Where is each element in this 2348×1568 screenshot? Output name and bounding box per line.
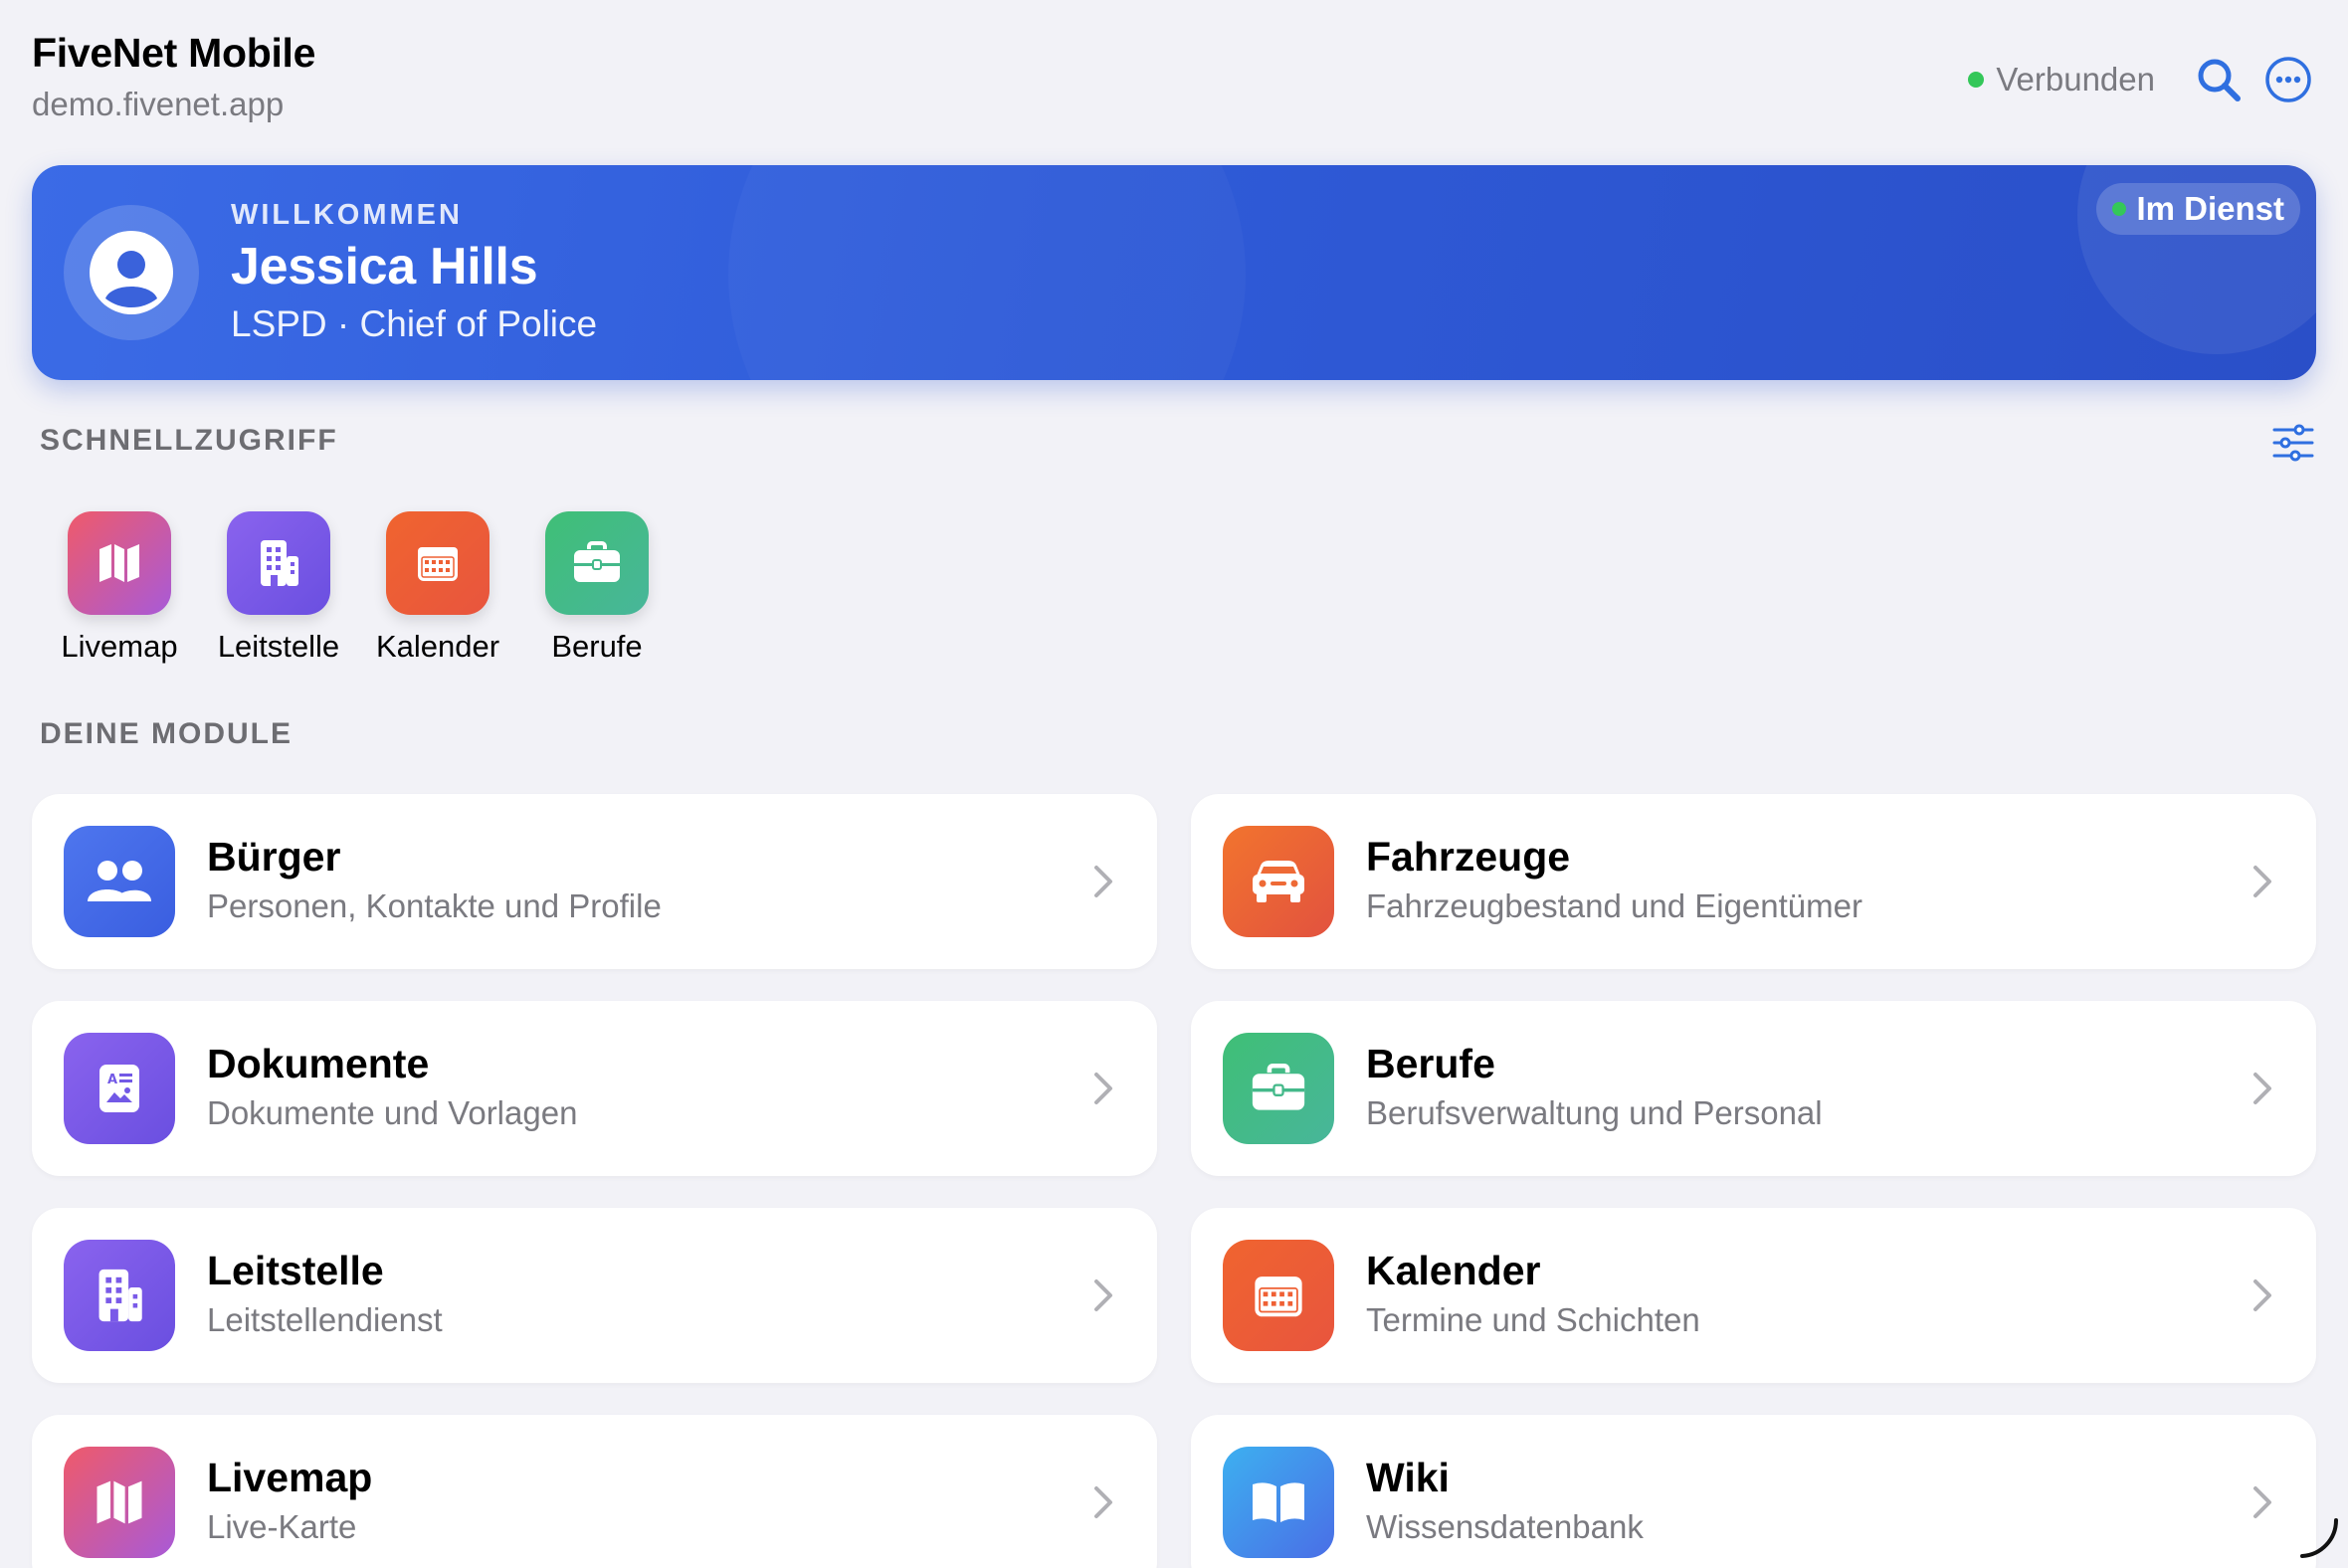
module-card-dokumente[interactable]: A Dokumente Dokumente und Vorlagen: [32, 1001, 1157, 1176]
calendar-icon: [1255, 1276, 1302, 1317]
search-button[interactable]: [2191, 52, 2247, 107]
duty-status-label: Im Dienst: [2136, 190, 2284, 227]
person-icon: [90, 231, 173, 314]
welcome-card[interactable]: WILLKOMMEN Jessica Hills LSPD · Chief of…: [32, 165, 2316, 380]
module-subtitle: Live-Karte: [207, 1508, 357, 1545]
module-card-wiki[interactable]: Wiki Wissensdatenbank: [1191, 1415, 2316, 1568]
quick-access-row: Livemap Leitstelle Kalender Berufe: [40, 511, 677, 665]
top-bar: FiveNet Mobile demo.fivenet.app Verbunde…: [32, 30, 2316, 129]
app-title: FiveNet Mobile: [32, 30, 316, 76]
module-icon-tile: [1223, 1447, 1334, 1558]
calendar-icon: [418, 547, 458, 581]
module-icon-tile: [64, 1240, 175, 1351]
sliders-icon: [2272, 424, 2314, 462]
chevron-right-icon: [1079, 1272, 1127, 1319]
briefcase-icon: [1252, 1064, 1305, 1110]
module-subtitle: Termine und Schichten: [1366, 1301, 1700, 1338]
quick-access-icon-tile: [227, 511, 330, 615]
connection-status-label: Verbunden: [1996, 61, 2155, 98]
chevron-right-icon: [1079, 858, 1127, 905]
quick-access-label: Kalender: [375, 629, 500, 664]
more-icon: [2265, 57, 2311, 102]
quick-access-livemap[interactable]: Livemap: [40, 511, 199, 665]
document-icon: A: [99, 1065, 139, 1112]
avatar: [64, 205, 199, 340]
svg-text:A: A: [107, 1073, 117, 1087]
chevron-right-icon: [2239, 1478, 2286, 1526]
module-title: Wiki: [1366, 1455, 1450, 1500]
module-card-kalender[interactable]: Kalender Termine und Schichten: [1191, 1208, 2316, 1383]
duty-status-dot: [2112, 202, 2127, 216]
more-button[interactable]: [2260, 52, 2316, 107]
module-title: Kalender: [1366, 1248, 1541, 1293]
module-card-livemap[interactable]: Livemap Live-Karte: [32, 1415, 1157, 1568]
module-card-buerger[interactable]: Bürger Personen, Kontakte und Profile: [32, 794, 1157, 969]
welcome-label: WILLKOMMEN: [231, 199, 463, 231]
user-role: LSPD · Chief of Police: [231, 303, 598, 344]
header-actions: Verbunden: [1968, 52, 2316, 107]
map-icon: [99, 544, 139, 582]
modules-title: DEINE MODULE: [40, 717, 294, 750]
people-icon: [88, 861, 151, 901]
module-title: Livemap: [207, 1455, 373, 1500]
quick-access-berufe[interactable]: Berufe: [517, 511, 677, 665]
module-title: Berufe: [1366, 1041, 1495, 1086]
quick-access-icon-tile: [68, 511, 171, 615]
quick-access-label: Leitstelle: [217, 629, 340, 664]
customize-quick-access-button[interactable]: [2268, 418, 2318, 468]
module-icon-tile: [1223, 826, 1334, 937]
server-url: demo.fivenet.app: [32, 86, 285, 122]
module-icon-tile: [64, 1447, 175, 1558]
module-icon-tile: [1223, 1033, 1334, 1144]
book-icon: [1253, 1482, 1304, 1522]
building-icon: [98, 1269, 142, 1322]
module-icon-tile: [1223, 1240, 1334, 1351]
quick-access-icon-tile: [386, 511, 489, 615]
module-subtitle: Personen, Kontakte und Profile: [207, 887, 662, 924]
module-card-fahrzeuge[interactable]: Fahrzeuge Fahrzeugbestand und Eigentümer: [1191, 794, 2316, 969]
quick-access-label: Livemap: [61, 629, 178, 664]
resize-handle-icon[interactable]: [2296, 1516, 2340, 1560]
quick-access-leitstelle[interactable]: Leitstelle: [199, 511, 358, 665]
building-icon: [261, 540, 298, 586]
app-screen: FiveNet Mobile demo.fivenet.app Verbunde…: [0, 0, 2348, 1568]
chevron-right-icon: [2239, 1065, 2286, 1112]
module-card-leitstelle[interactable]: Leitstelle Leitstellendienst: [32, 1208, 1157, 1383]
decorative-circle: [728, 165, 1246, 380]
chevron-right-icon: [2239, 858, 2286, 905]
status-dot: [1968, 72, 1985, 88]
chevron-right-icon: [2239, 1272, 2286, 1319]
car-icon: [1253, 861, 1304, 902]
module-title: Leitstelle: [207, 1248, 384, 1293]
briefcase-icon: [574, 541, 620, 582]
connection-status: Verbunden: [1968, 61, 2155, 98]
chevron-right-icon: [1079, 1065, 1127, 1112]
map-icon: [97, 1480, 142, 1524]
module-title: Bürger: [207, 834, 341, 880]
duty-status-badge: Im Dienst: [2096, 183, 2300, 235]
module-subtitle: Dokumente und Vorlagen: [207, 1094, 578, 1131]
quick-access-title: SCHNELLZUGRIFF: [40, 424, 338, 457]
module-icon-tile: A: [64, 1033, 175, 1144]
quick-access-icon-tile: [545, 511, 649, 615]
module-title: Fahrzeuge: [1366, 834, 1571, 880]
search-icon: [2198, 59, 2241, 101]
module-subtitle: Fahrzeugbestand und Eigentümer: [1366, 887, 1862, 924]
module-card-berufe[interactable]: Berufe Berufsverwaltung und Personal: [1191, 1001, 2316, 1176]
chevron-right-icon: [1079, 1478, 1127, 1526]
quick-access-kalender[interactable]: Kalender: [358, 511, 517, 665]
module-title: Dokumente: [207, 1041, 430, 1086]
module-icon-tile: [64, 826, 175, 937]
module-subtitle: Wissensdatenbank: [1366, 1508, 1644, 1545]
module-subtitle: Berufsverwaltung und Personal: [1366, 1094, 1823, 1131]
user-name: Jessica Hills: [231, 238, 538, 295]
module-subtitle: Leitstellendienst: [207, 1301, 443, 1338]
quick-access-label: Berufe: [551, 629, 643, 664]
